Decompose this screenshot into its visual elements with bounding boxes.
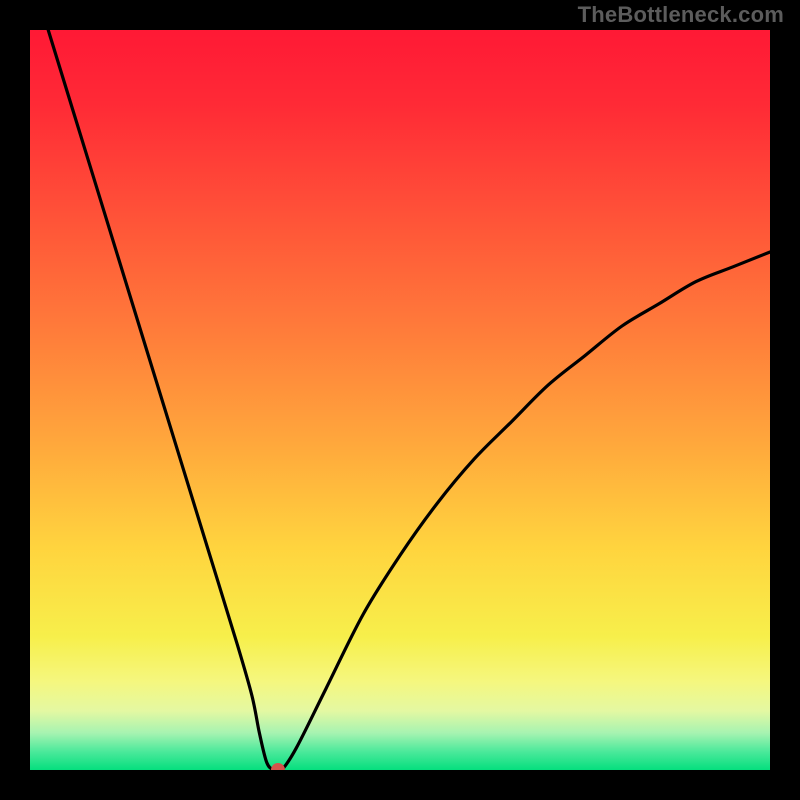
plot-area <box>30 30 770 770</box>
watermark-text: TheBottleneck.com <box>578 2 784 28</box>
optimum-marker <box>271 763 285 770</box>
chart-container: TheBottleneck.com <box>0 0 800 800</box>
bottleneck-curve <box>30 30 770 770</box>
